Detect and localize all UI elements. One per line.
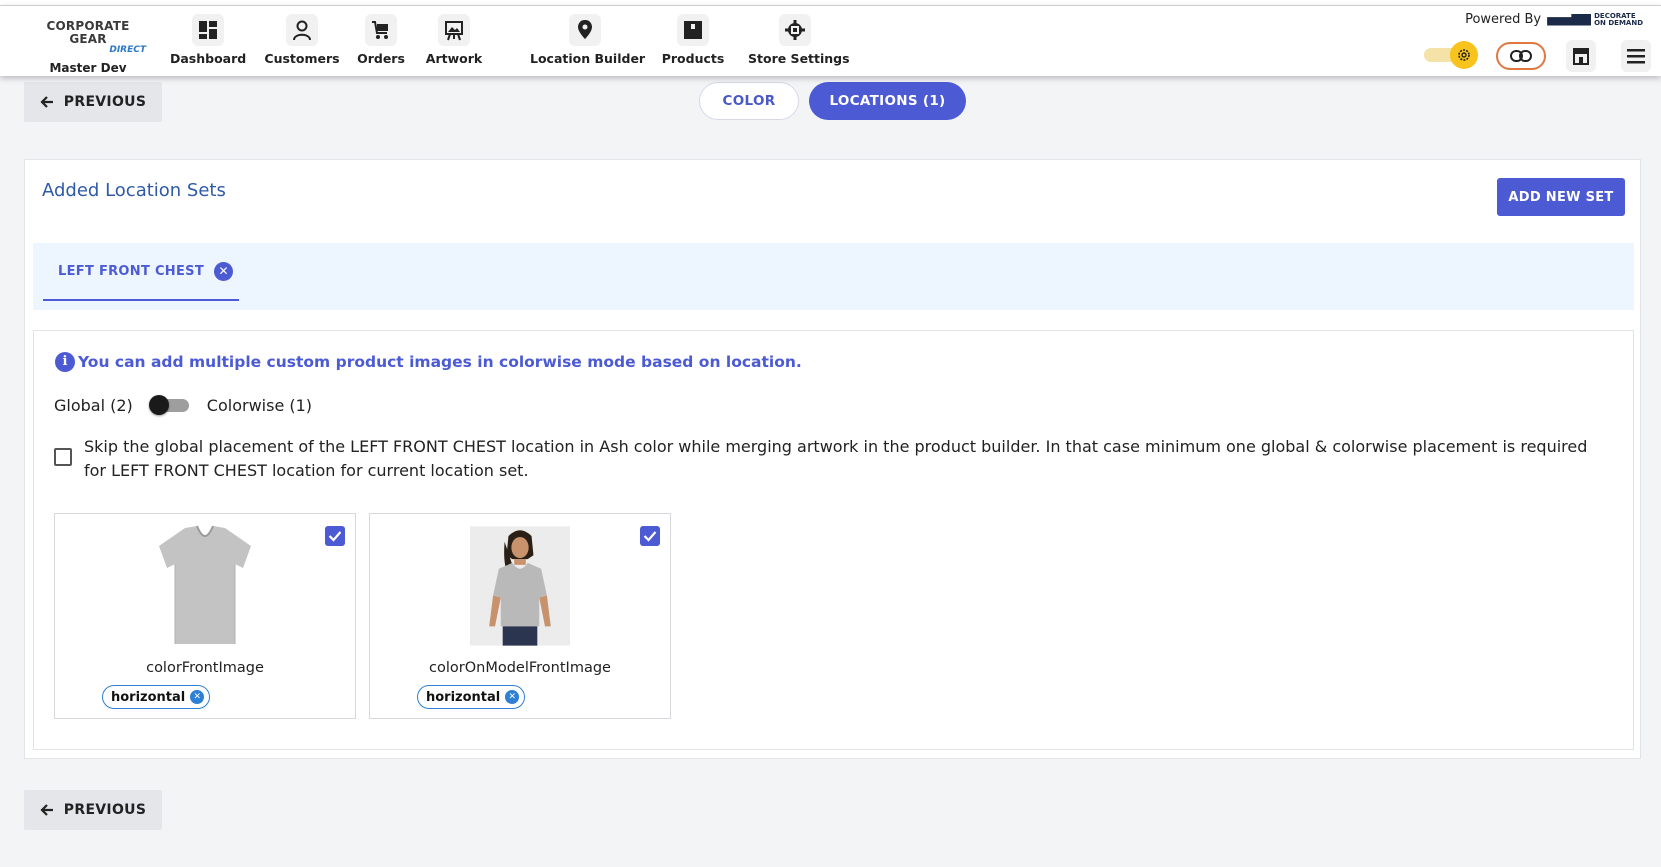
- brand-logo-sub: DIRECT: [109, 45, 146, 55]
- tab-locations[interactable]: LOCATIONS (1): [809, 82, 966, 120]
- nav-customers[interactable]: Customers: [264, 14, 340, 72]
- skip-global-row: Skip the global placement of the LEFT FR…: [54, 435, 1614, 483]
- location-pin-icon: [569, 14, 601, 46]
- copy-link-button[interactable]: [1496, 42, 1546, 70]
- skip-global-text: Skip the global placement of the LEFT FR…: [84, 437, 1588, 480]
- store-name: Master Dev: [49, 61, 127, 75]
- arrow-left-icon: [40, 96, 53, 108]
- add-new-set-button[interactable]: ADD NEW SET: [1497, 178, 1625, 216]
- info-text: You can add multiple custom product imag…: [78, 353, 802, 371]
- switch-knob: [148, 395, 169, 415]
- store-settings-icon: [779, 14, 811, 46]
- mode-colorwise-label: Colorwise (1): [206, 395, 313, 415]
- location-panel: i You can add multiple custom product im…: [33, 330, 1634, 750]
- powered-by: Powered By DECORATE ON DEMAND: [1465, 12, 1643, 27]
- orientation-label: horizontal: [426, 689, 501, 705]
- previous-button-top[interactable]: PREVIOUS: [24, 82, 162, 122]
- image-name: colorOnModelFrontImage: [429, 660, 611, 676]
- info-icon: i: [55, 352, 75, 372]
- storefront-button[interactable]: [1566, 40, 1596, 72]
- previous-label: PREVIOUS: [63, 94, 147, 110]
- image-card-color-front[interactable]: colorFrontImage horizontal ✕: [54, 513, 356, 719]
- orientation-label: horizontal: [111, 689, 186, 705]
- global-colorwise-switch[interactable]: [148, 395, 189, 415]
- link-icon: [1510, 50, 1532, 62]
- nav-dashboard[interactable]: Dashboard: [170, 14, 246, 72]
- brand-logo: CORPORATE GEAR: [46, 19, 130, 46]
- nav-label: Location Builder: [530, 51, 646, 66]
- location-tab-label: LEFT FRONT CHEST: [58, 263, 204, 279]
- hamburger-menu-button[interactable]: [1621, 40, 1651, 72]
- orders-icon: [365, 14, 397, 46]
- nav-orders[interactable]: Orders: [356, 14, 406, 72]
- orientation-chip: horizontal ✕: [417, 685, 526, 709]
- info-message: i You can add multiple custom product im…: [55, 352, 802, 372]
- remove-orientation-icon[interactable]: ✕: [190, 690, 205, 704]
- location-tabs-bar: LEFT FRONT CHEST ✕: [33, 243, 1634, 310]
- model-in-gray-tshirt-image: [470, 526, 570, 646]
- previous-label: PREVIOUS: [63, 802, 147, 818]
- artwork-icon: [438, 14, 470, 46]
- remove-orientation-icon[interactable]: ✕: [505, 690, 520, 704]
- location-sets-card: Added Location Sets ADD NEW SET LEFT FRO…: [24, 159, 1641, 759]
- settings-toggle-knob[interactable]: [1450, 41, 1478, 69]
- mode-global-label: Global (2): [54, 395, 133, 415]
- brand-block[interactable]: CORPORATE GEAR DIRECT Master Dev: [28, 19, 148, 76]
- checkmark-icon: [328, 531, 342, 542]
- image-select-checkbox[interactable]: [325, 526, 345, 546]
- hamburger-icon: [1627, 49, 1645, 64]
- products-box-icon: [677, 14, 709, 46]
- arrow-left-icon: [40, 804, 53, 816]
- skip-global-checkbox[interactable]: [54, 448, 72, 466]
- nav-label: Dashboard: [170, 51, 247, 66]
- nav-label: Products: [661, 51, 725, 66]
- dod-logo-mark-icon: [1547, 13, 1592, 26]
- dod-logo-line2: ON DEMAND: [1594, 18, 1643, 27]
- customer-icon: [286, 14, 318, 46]
- previous-button-bottom[interactable]: PREVIOUS: [24, 790, 162, 830]
- dashboard-icon: [192, 14, 224, 46]
- section-title: Added Location Sets: [42, 180, 226, 201]
- orientation-chip: horizontal ✕: [102, 685, 211, 709]
- image-name: colorFrontImage: [146, 660, 264, 676]
- checkmark-icon: [643, 531, 657, 542]
- nav-artwork[interactable]: Artwork: [424, 14, 484, 72]
- nav-label: Customers: [264, 51, 340, 66]
- image-card-color-on-model-front[interactable]: colorOnModelFrontImage horizontal ✕: [369, 513, 671, 719]
- nav-location-builder[interactable]: Location Builder: [530, 14, 646, 72]
- powered-by-text: Powered By: [1465, 12, 1542, 27]
- gray-tshirt-image: [159, 525, 251, 644]
- nav-label: Store Settings: [748, 51, 850, 66]
- tab-color[interactable]: COLOR: [699, 82, 799, 120]
- mode-toggle-row: Global (2) Colorwise (1): [54, 395, 312, 415]
- nav-store-settings[interactable]: Store Settings: [748, 14, 850, 72]
- image-select-checkbox[interactable]: [640, 526, 660, 546]
- tab-left-front-chest[interactable]: LEFT FRONT CHEST ✕: [43, 243, 239, 301]
- remove-location-icon[interactable]: ✕: [213, 261, 233, 281]
- nav-products[interactable]: Products: [660, 14, 726, 72]
- nav-label: Artwork: [425, 51, 483, 66]
- storefront-icon: [1573, 48, 1589, 65]
- gear-icon: [1458, 49, 1470, 61]
- decorate-on-demand-logo: DECORATE ON DEMAND: [1547, 12, 1643, 27]
- nav-label: Orders: [357, 51, 405, 66]
- top-header: CORPORATE GEAR DIRECT Master Dev Dashboa…: [0, 6, 1661, 76]
